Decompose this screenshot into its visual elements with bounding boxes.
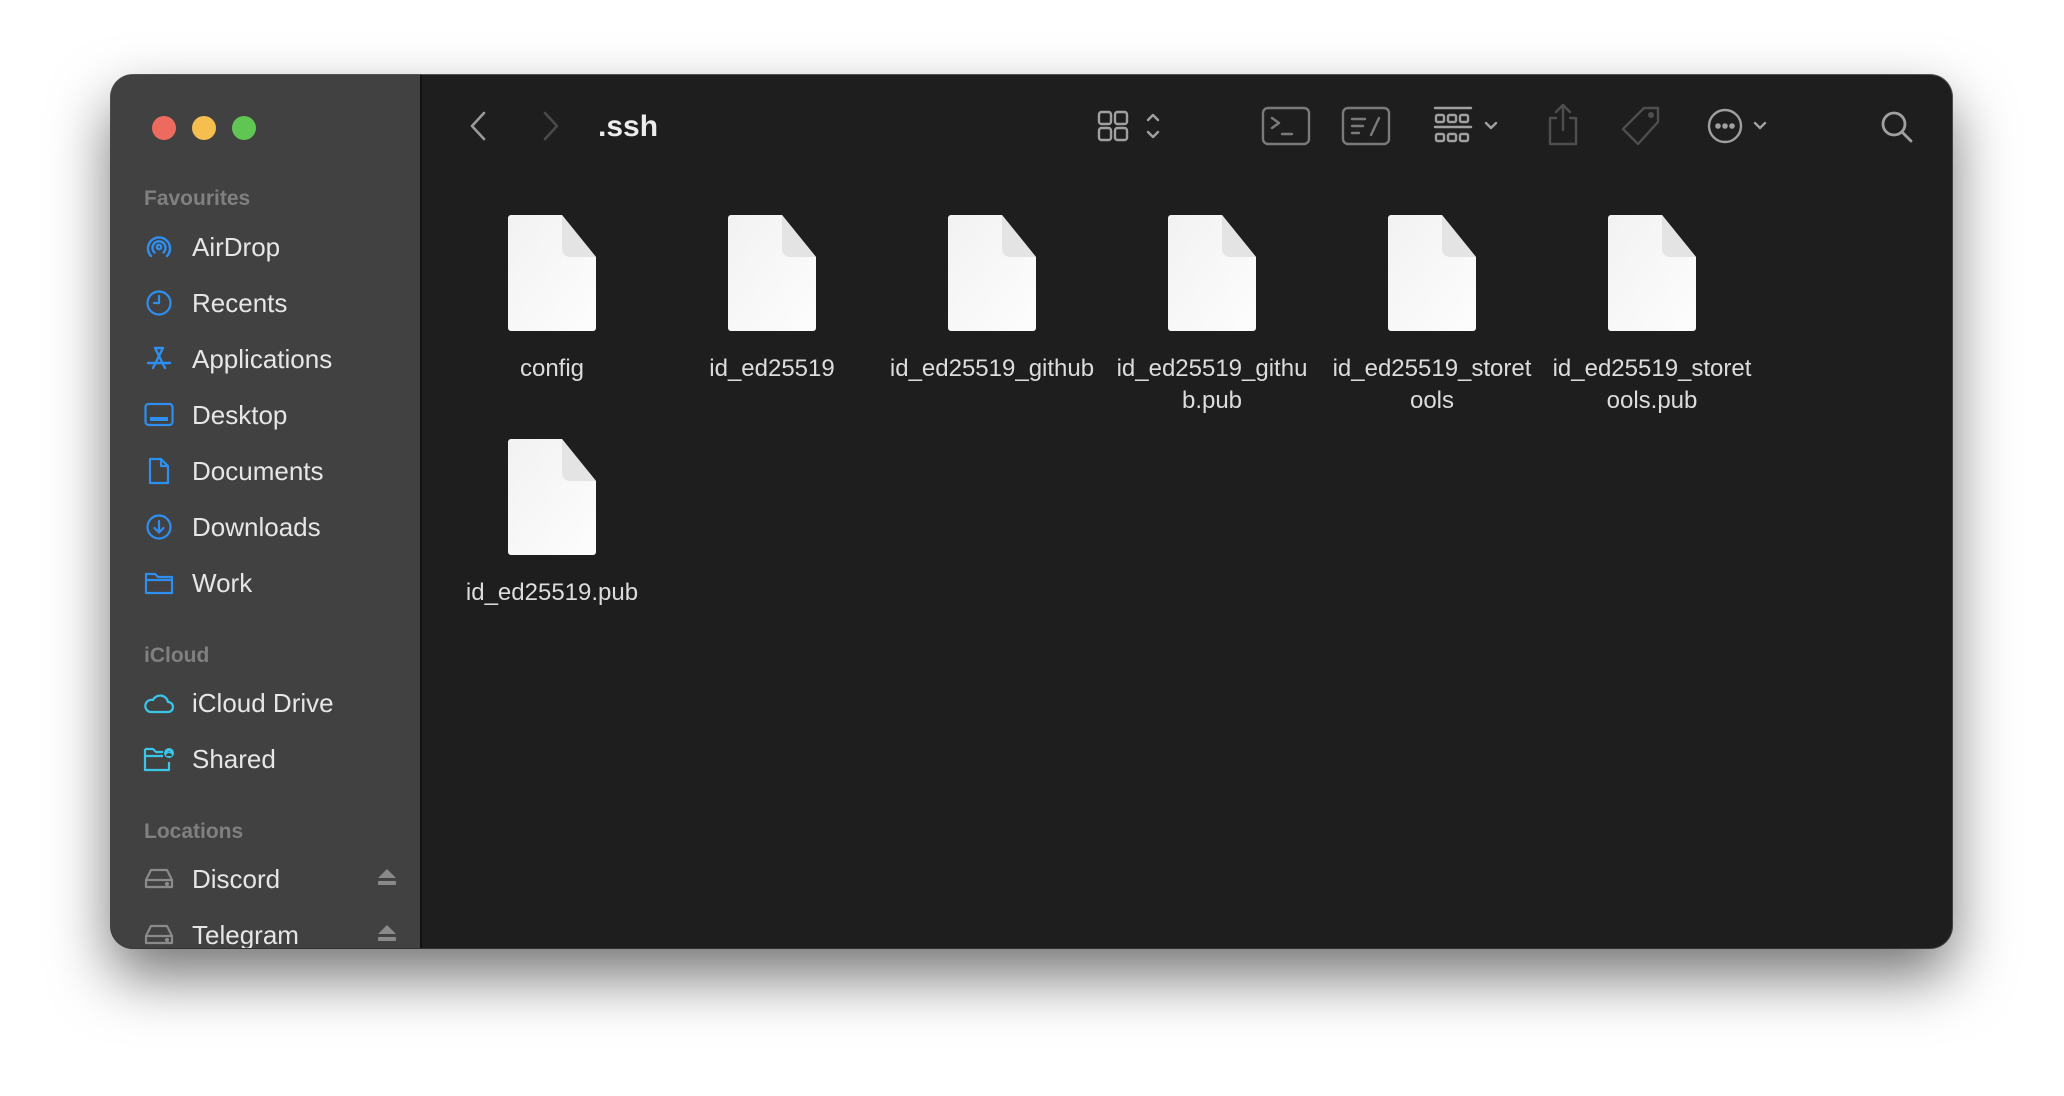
file-grid: config id_ed25519 id_ed25519_github id_e… [420, 75, 1952, 948]
file-item[interactable]: id_ed25519_github.pub [1107, 215, 1317, 417]
document-file-icon [508, 215, 596, 331]
sidebar-item-label: Telegram [192, 919, 299, 949]
desktop-icon [143, 399, 175, 431]
file-name: id_ed25519.pub [465, 579, 639, 606]
eject-icon[interactable] [377, 867, 397, 892]
sidebar-item-label: Documents [192, 455, 324, 486]
drive-icon [143, 863, 175, 895]
document-file-icon [1608, 215, 1696, 331]
sidebar-item-label: Applications [192, 343, 333, 374]
document-file-icon [948, 215, 1036, 331]
sidebar-item-airdrop[interactable]: AirDrop [143, 225, 405, 269]
file-name: id_ed25519 [709, 355, 835, 382]
sidebar-item-desktop[interactable]: Desktop [143, 393, 405, 437]
sidebar-item-label: Desktop [192, 399, 288, 430]
file-item[interactable]: id_ed25519 [667, 215, 877, 385]
sidebar-item-work[interactable]: Work [143, 561, 405, 605]
sidebar-item-applications[interactable]: Applications [143, 337, 405, 381]
sidebar-item-downloads[interactable]: Downloads [143, 505, 405, 549]
sidebar-item-label: AirDrop [192, 231, 281, 262]
download-icon [143, 511, 175, 543]
minimize-button[interactable] [192, 116, 216, 140]
file-item[interactable]: id_ed25519.pub [447, 439, 657, 609]
folder-icon [143, 567, 175, 599]
document-file-icon [1168, 215, 1256, 331]
shared-folder-icon [143, 743, 175, 775]
sidebar-item-telegram[interactable]: Telegram [143, 913, 405, 948]
document-file-icon [1388, 215, 1476, 331]
zoom-button[interactable] [232, 116, 256, 140]
clock-icon [143, 287, 175, 319]
file-item[interactable]: id_ed25519_storetools [1327, 215, 1537, 417]
sidebar-item-documents[interactable]: Documents [143, 449, 405, 493]
sidebar-item-recents[interactable]: Recents [143, 281, 405, 325]
file-name: id_ed25519_storetools [1332, 355, 1532, 414]
document-file-icon [728, 215, 816, 331]
applications-icon [143, 343, 175, 375]
section-header-locations: Locations [144, 820, 244, 843]
sidebar-item-label: iCloud Drive [192, 687, 334, 718]
file-name: id_ed25519_github [889, 355, 1095, 382]
sidebar-item-label: Work [192, 567, 253, 598]
sidebar-item-icloud-drive[interactable]: iCloud Drive [143, 681, 405, 725]
drive-icon [143, 919, 175, 948]
file-item[interactable]: config [447, 215, 657, 385]
document-file-icon [508, 439, 596, 555]
sidebar-item-discord[interactable]: Discord [143, 857, 405, 901]
file-name: id_ed25519_github.pub [1116, 355, 1308, 414]
document-icon [143, 455, 175, 487]
close-button[interactable] [152, 116, 176, 140]
file-name: config [519, 355, 585, 382]
section-header-icloud: iCloud [144, 644, 210, 667]
eject-icon[interactable] [377, 923, 397, 948]
section-header-favourites: Favourites [144, 187, 251, 210]
airdrop-icon [143, 231, 175, 263]
cloud-icon [143, 687, 175, 719]
sidebar: Favourites AirDrop Recents Applications … [111, 75, 422, 948]
sidebar-item-label: Downloads [192, 511, 321, 542]
sidebar-item-label: Discord [192, 863, 281, 894]
file-item[interactable]: id_ed25519_storetools.pub [1547, 215, 1757, 417]
sidebar-item-label: Recents [192, 287, 288, 318]
finder-window: Favourites AirDrop Recents Applications … [111, 75, 1952, 948]
sidebar-item-shared[interactable]: Shared [143, 737, 405, 781]
sidebar-item-label: Shared [192, 743, 276, 774]
file-item[interactable]: id_ed25519_github [887, 215, 1097, 385]
file-name: id_ed25519_storetools.pub [1552, 355, 1752, 414]
